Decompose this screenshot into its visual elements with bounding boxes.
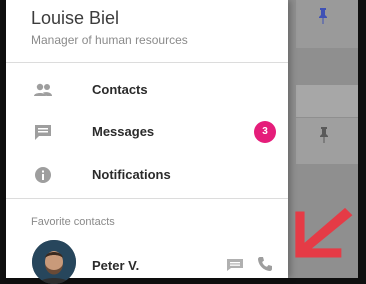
background-list-card bbox=[296, 85, 358, 117]
phone-icon[interactable] bbox=[257, 256, 273, 272]
unread-count-badge: 3 bbox=[254, 121, 276, 143]
message-icon bbox=[35, 125, 51, 140]
divider bbox=[6, 198, 288, 199]
pin-icon[interactable] bbox=[319, 127, 329, 143]
menu-item-contacts[interactable]: Contacts bbox=[6, 70, 288, 110]
contact-name: Peter V. bbox=[92, 258, 140, 273]
divider bbox=[6, 62, 288, 63]
menu-label: Notifications bbox=[92, 167, 171, 182]
pin-icon[interactable] bbox=[318, 8, 328, 24]
menu-item-notifications[interactable]: Notifications bbox=[6, 155, 288, 195]
info-icon bbox=[35, 167, 51, 183]
message-icon[interactable] bbox=[226, 258, 244, 272]
menu-label: Messages bbox=[92, 124, 155, 139]
pointer-arrow-icon bbox=[295, 207, 353, 258]
favorite-contacts-heading: Favorite contacts bbox=[31, 216, 115, 228]
favorite-contact-row[interactable]: Peter V. bbox=[6, 234, 288, 284]
device-frame: Louise Biel Manager of human resources C… bbox=[0, 0, 366, 284]
menu-label: Contacts bbox=[92, 82, 148, 97]
avatar bbox=[32, 240, 76, 284]
user-name: Louise Biel bbox=[31, 8, 120, 28]
navigation-drawer: Louise Biel Manager of human resources C… bbox=[6, 0, 288, 284]
user-role: Manager of human resources bbox=[31, 33, 188, 47]
people-icon bbox=[34, 83, 52, 96]
menu-item-messages[interactable]: Messages 3 bbox=[6, 112, 288, 152]
